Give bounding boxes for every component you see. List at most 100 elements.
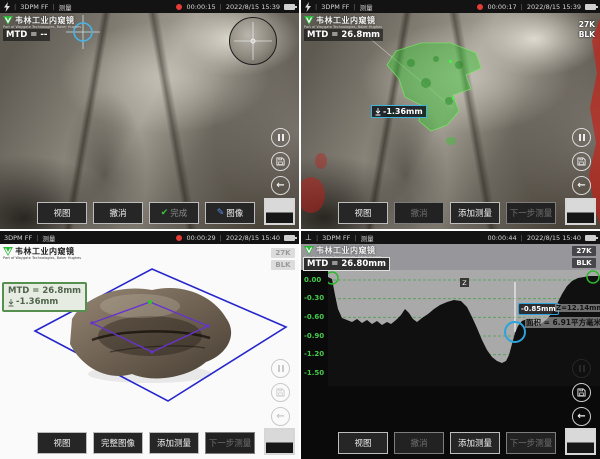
view-button-label: 视图 — [354, 207, 371, 219]
y-axis-tick: 0.00 — [304, 276, 327, 284]
separator: | — [521, 234, 523, 242]
vertex-handle[interactable] — [148, 300, 152, 304]
brand-title: 韦林工业内窥镜 — [316, 247, 376, 255]
saved-image-thumbnail-button[interactable] — [264, 428, 295, 455]
brand-logo: 韦林工业内窥镜 Part of Waygate Technologies, Ba… — [304, 16, 382, 30]
full-image-button[interactable]: 完整图像 — [93, 432, 143, 454]
back-arrow-icon: ← — [276, 181, 284, 191]
saved-image-thumbnail-button[interactable] — [565, 198, 596, 225]
separator: | — [220, 234, 222, 242]
status-bar: | 3DPM FF | 测量 00:00:15 | 2022/8/15 15:3… — [0, 0, 299, 13]
z-axis-chip: Z — [460, 278, 469, 287]
record-time: 00:00:44 — [487, 234, 516, 242]
quadrant-area-selection-view: | 3DPM FF | 测量 00:00:17 | 2022/8/15 15:3… — [301, 0, 600, 229]
separator: | — [14, 3, 16, 11]
pause-button[interactable] — [271, 359, 290, 378]
pause-icon — [278, 365, 284, 372]
saved-image-thumbnail-button[interactable] — [565, 428, 596, 455]
mtd-readout: MTD = 26.8mm — [304, 29, 383, 41]
saved-image-thumbnail-button[interactable] — [264, 198, 295, 225]
depth-value: -1.36mm — [16, 297, 58, 308]
undo-button-label: 撤消 — [109, 207, 126, 219]
next-measurement-button[interactable]: 下一步测量 — [506, 432, 556, 454]
measure-tag: 测量 — [42, 233, 55, 243]
back-button[interactable]: ← — [271, 176, 290, 195]
back-arrow-icon: ← — [276, 412, 284, 422]
depth-value: -1.36mm — [383, 107, 423, 116]
brand-subtitle: Part of Waygate Technologies, Baker Hugh… — [3, 257, 81, 261]
mtd-depth-readout: MTD = 26.8mm -1.36mm — [2, 282, 87, 312]
floppy-save-icon — [577, 388, 586, 397]
battery-icon — [585, 235, 596, 241]
add-measurement-button[interactable]: 添加测量 — [450, 432, 500, 454]
area-vertex-handle[interactable] — [449, 60, 452, 63]
floppy-save-icon — [577, 157, 586, 166]
point-cloud-3d-view[interactable] — [0, 244, 299, 459]
next-measurement-button[interactable]: 下一步测量 — [506, 202, 556, 224]
back-arrow-icon: ← — [577, 412, 585, 422]
view-button[interactable]: 视图 — [37, 202, 87, 224]
next-measurement-button[interactable]: 下一步测量 — [205, 432, 255, 454]
mode-label: 3DPM FF — [4, 234, 32, 242]
add-measurement-button[interactable]: 添加测量 — [149, 432, 199, 454]
pause-icon — [579, 134, 585, 141]
record-indicator-icon — [176, 235, 182, 241]
measure-tag: 测量 — [59, 2, 72, 12]
back-button[interactable]: ← — [572, 407, 591, 426]
full-image-label: 完整图像 — [101, 437, 135, 449]
save-button[interactable] — [572, 152, 591, 171]
view-button[interactable]: 视图 — [338, 432, 388, 454]
video-format-label: 27K — [572, 246, 596, 256]
separator: | — [316, 234, 318, 242]
measurement-area-overlay[interactable] — [301, 13, 600, 229]
depth-arrow-icon — [8, 299, 14, 307]
area-vertex-handle[interactable] — [452, 97, 455, 100]
undo-button[interactable]: 撤消 — [93, 202, 143, 224]
add-measurement-button[interactable]: 添加测量 — [450, 202, 500, 224]
area-readout: 面积 = 6.91平方毫米 — [525, 317, 600, 328]
brand-triangle-icon — [3, 247, 13, 256]
back-button[interactable]: ← — [572, 176, 591, 195]
separator: | — [354, 234, 356, 242]
undo-button[interactable]: 撤消 — [394, 202, 444, 224]
next-measurement-label: 下一步测量 — [209, 437, 252, 449]
pause-icon — [278, 134, 284, 141]
save-button[interactable] — [271, 152, 290, 171]
cursor-depth-chip[interactable]: -0.85mm — [518, 303, 559, 315]
done-button[interactable]: ✔完成 — [149, 202, 199, 224]
add-measurement-label: 添加测量 — [458, 437, 492, 449]
color-mode-label: BLK — [271, 260, 295, 270]
depth-arrow-icon — [375, 108, 381, 116]
add-measurement-label: 添加测量 — [157, 437, 191, 449]
depth-measurement-chip[interactable]: -1.36mm — [371, 105, 427, 118]
pen-icon: ✎ — [217, 208, 225, 218]
measure-tag: 测量 — [361, 233, 374, 243]
back-button[interactable]: ← — [271, 407, 290, 426]
separator: | — [315, 3, 317, 11]
quadrant-point-cloud-view: 3DPM FF | 测量 00:00:29 | 2022/8/15 15:40 … — [0, 231, 299, 459]
record-indicator-icon — [176, 4, 182, 10]
save-button[interactable] — [271, 383, 290, 402]
undo-button[interactable]: 撤消 — [394, 432, 444, 454]
brand-title: 韦林工业内窥镜 — [15, 17, 75, 25]
record-time: 00:00:15 — [186, 3, 215, 11]
undo-button-label: 撤消 — [410, 437, 427, 449]
z-position-readout: Z=12.14mm — [555, 304, 600, 312]
image-button[interactable]: ✎图像 — [205, 202, 255, 224]
status-bar: | 3DPM FF | 测量 00:00:17 | 2022/8/15 15:3… — [301, 0, 600, 13]
pause-button[interactable] — [572, 128, 591, 147]
pause-button[interactable] — [271, 128, 290, 147]
record-time: 00:00:17 — [487, 3, 516, 11]
record-time: 00:00:29 — [186, 234, 215, 242]
pause-button[interactable] — [572, 359, 591, 378]
separator: | — [36, 234, 38, 242]
view-button-label: 视图 — [354, 437, 371, 449]
status-bar: ⊥ | 3DPM FF | 测量 00:00:44 | 2022/8/15 15… — [301, 231, 600, 244]
record-indicator-icon — [477, 4, 483, 10]
view-button[interactable]: 视图 — [338, 202, 388, 224]
check-icon: ✔ — [161, 208, 169, 218]
floppy-save-icon — [276, 157, 285, 166]
video-format-label: 27K — [579, 20, 595, 29]
view-button[interactable]: 视图 — [37, 432, 87, 454]
save-button[interactable] — [572, 383, 591, 402]
